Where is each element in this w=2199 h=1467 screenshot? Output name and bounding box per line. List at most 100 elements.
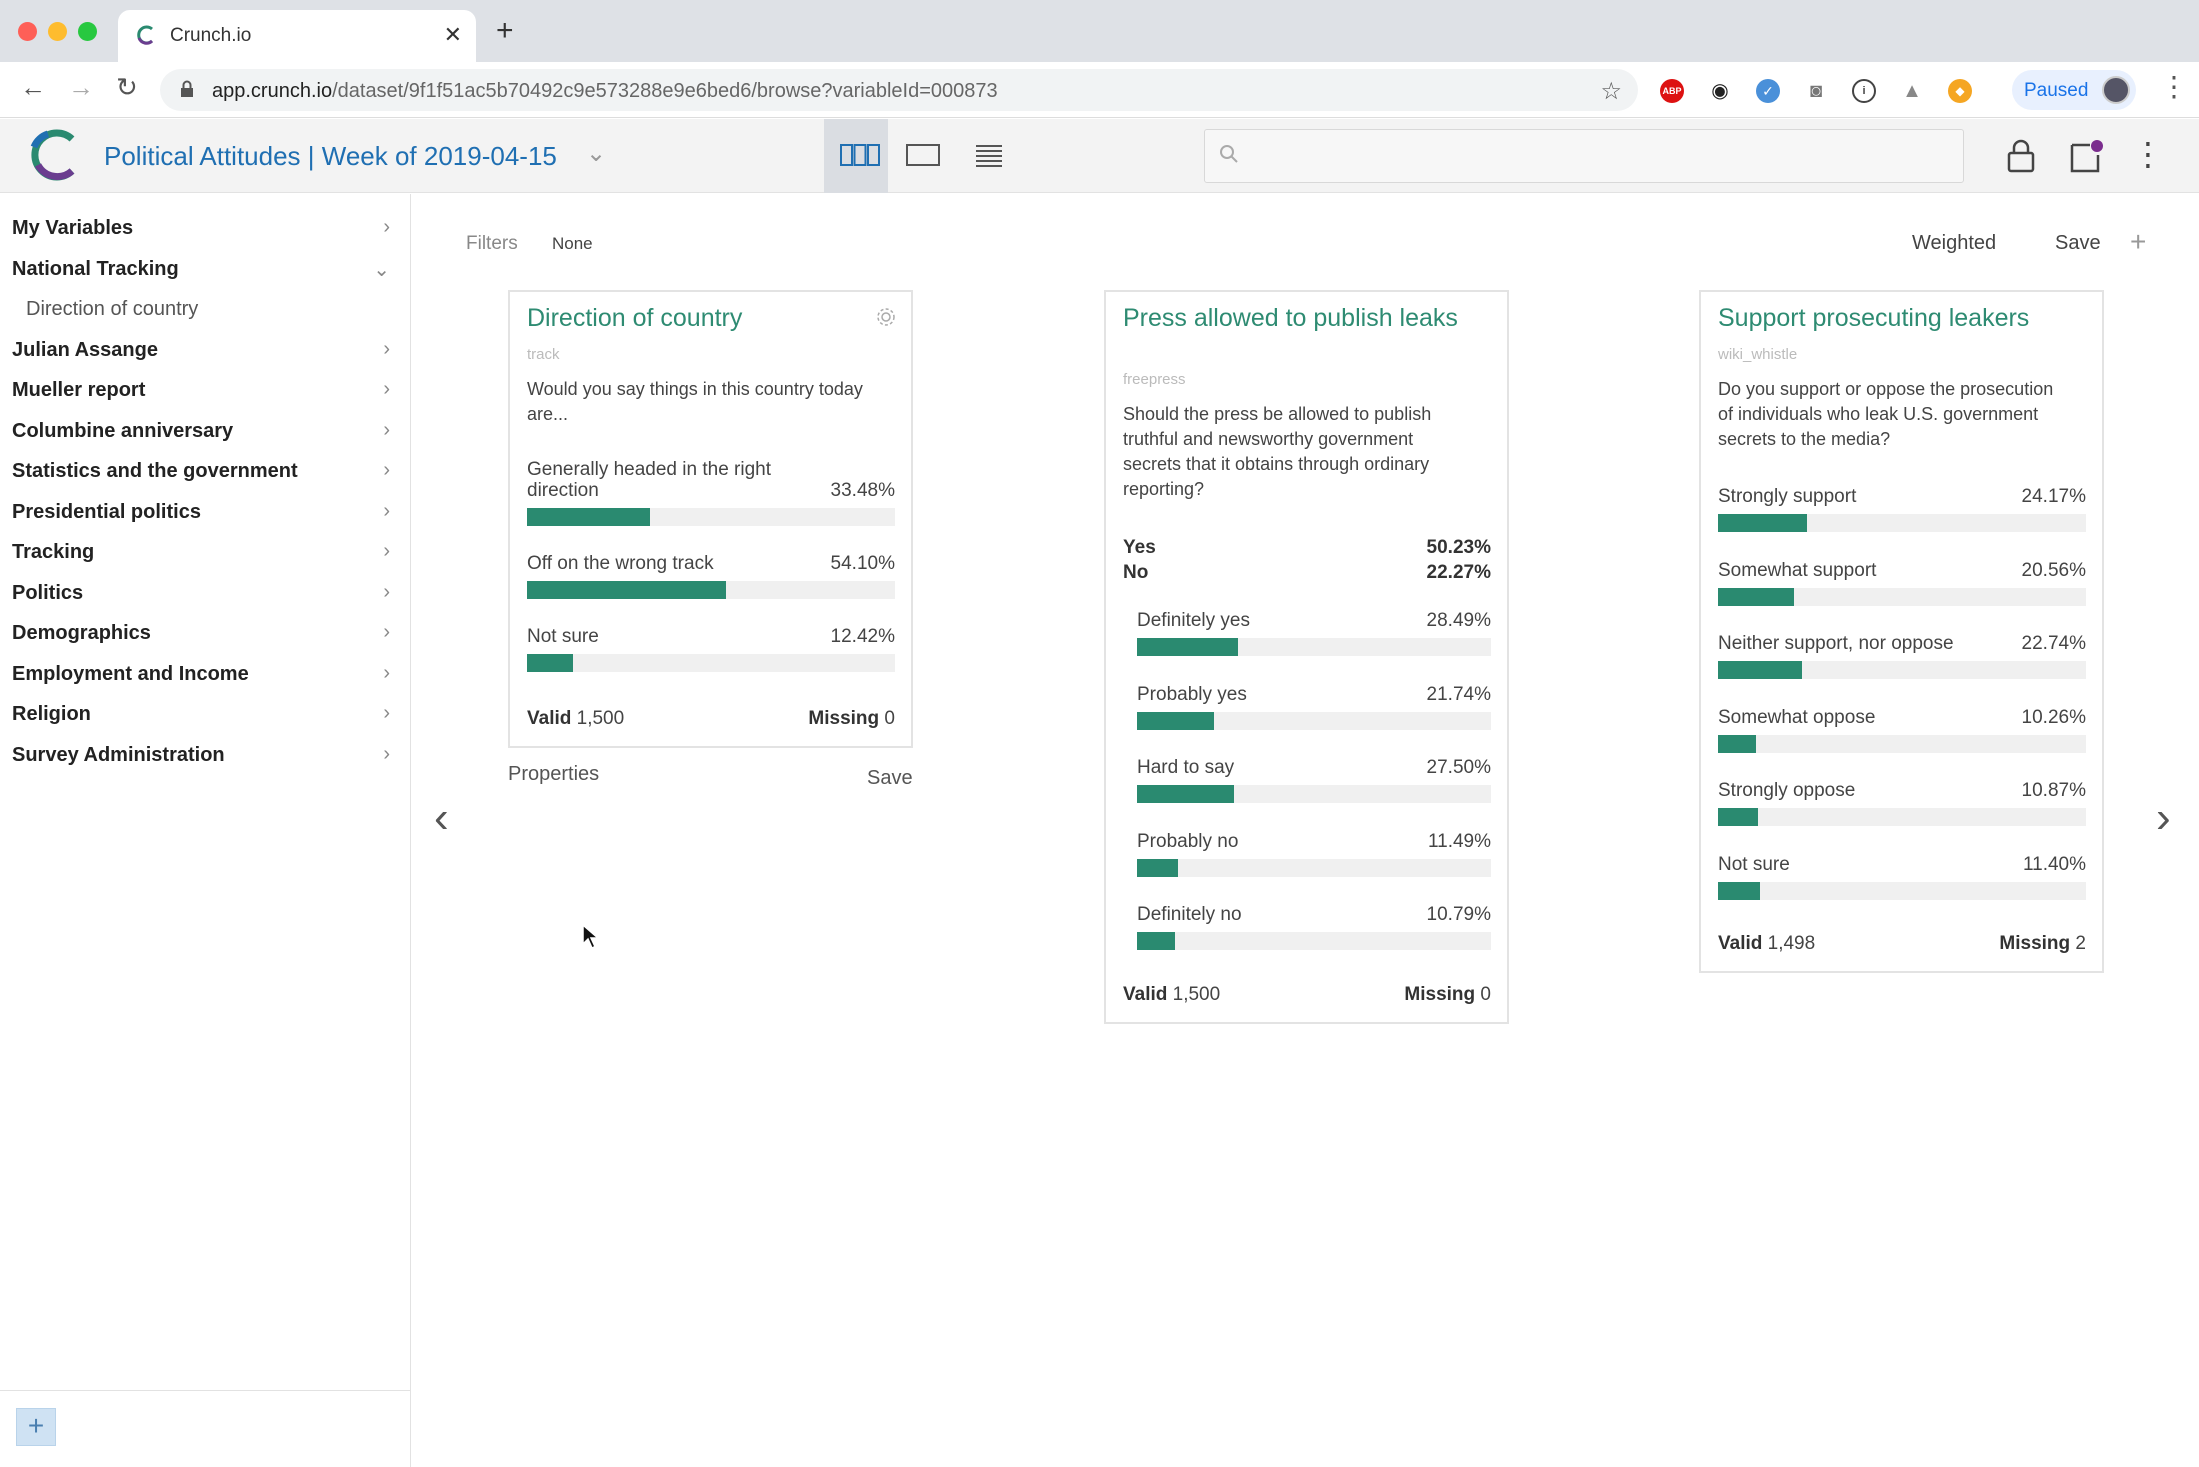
tab-close-icon[interactable]: ✕: [444, 22, 462, 48]
category-label: Probably yes: [1137, 683, 1247, 705]
valid-count: 1,500: [576, 708, 625, 729]
category-percent: 27.50%: [1426, 757, 1491, 778]
category-row: Probably yes 21.74%: [1137, 684, 1491, 744]
category-row: Strongly oppose 10.87%: [1718, 780, 2086, 840]
sidebar-item[interactable]: Statistics and the government ›: [0, 451, 410, 491]
missing-group: Missing 2: [1999, 933, 2086, 955]
check-extension-icon[interactable]: ✓: [1756, 79, 1780, 103]
card-view-button[interactable]: [824, 119, 888, 193]
add-folder-button[interactable]: +: [16, 1408, 56, 1446]
next-arrow-icon[interactable]: ›: [2156, 796, 2171, 840]
card-title[interactable]: Support prosecuting leakers: [1718, 306, 2098, 331]
category-percent: 24.17%: [2021, 486, 2086, 507]
profile-paused-button[interactable]: Paused: [2012, 70, 2136, 110]
sidebar-item[interactable]: Julian Assange ›: [0, 330, 410, 370]
card-alias: wiki_whistle: [1718, 346, 1798, 363]
reload-icon[interactable]: ↻: [116, 74, 138, 100]
variable-search-field[interactable]: [1204, 129, 1964, 183]
chevron-down-icon[interactable]: ⌄: [586, 139, 606, 168]
sidebar-item-label: Columbine anniversary: [12, 419, 234, 442]
card-alias: freepress: [1123, 371, 1186, 388]
category-percent: 21.74%: [1426, 683, 1491, 705]
weighted-toggle[interactable]: Weighted: [1912, 232, 1996, 255]
variable-card-press-allowed-to-publish-leaks[interactable]: Press allowed to publish leaks freepress…: [1104, 290, 1509, 1024]
sidebar-item[interactable]: Tracking ›: [0, 532, 410, 572]
sidebar-item-label: Survey Administration: [12, 743, 225, 766]
address-bar[interactable]: app.crunch.io/dataset/9f1f51ac5b70492c9e…: [160, 69, 1638, 111]
url-host: app.crunch.io: [212, 80, 333, 102]
forward-arrow-icon[interactable]: →: [68, 74, 94, 100]
category-bar-track: [527, 581, 895, 599]
eye-extension-icon[interactable]: ◉: [1708, 79, 1732, 103]
card-title[interactable]: Press allowed to publish leaks: [1123, 306, 1463, 331]
card-save-button[interactable]: Save: [867, 767, 913, 790]
bookmark-star-icon[interactable]: ☆: [1600, 77, 1622, 106]
filters-value[interactable]: None: [552, 234, 593, 254]
missing-label: Missing: [808, 708, 880, 729]
category-label: Not sure: [1718, 853, 1790, 875]
sidebar-item[interactable]: Direction of country: [0, 289, 410, 329]
info-extension-icon[interactable]: i: [1852, 79, 1876, 103]
sidebar-item[interactable]: Survey Administration ›: [0, 735, 410, 775]
category-row: Definitely no 10.79%: [1137, 904, 1491, 964]
category-row: Probably no 11.49%: [1137, 831, 1491, 891]
notifications-icon[interactable]: [2068, 139, 2104, 180]
drive-extension-icon[interactable]: ▲: [1900, 79, 1924, 103]
missing-count: 0: [884, 708, 895, 729]
variable-card-direction-of-country[interactable]: Direction of country track Would you say…: [508, 290, 913, 748]
category-row: Not sure 12.42%: [527, 626, 895, 686]
category-label: Neither support, nor oppose: [1718, 633, 1954, 654]
sidebar-item[interactable]: Politics ›: [0, 573, 410, 613]
sidebar-item[interactable]: Religion ›: [0, 694, 410, 734]
browser-tab-bar: Crunch.io ✕ +: [0, 0, 2199, 62]
card-question: Would you say things in this country tod…: [527, 379, 863, 424]
variable-card-support-prosecuting-leakers[interactable]: Support prosecuting leakers wiki_whistle…: [1699, 290, 2104, 973]
add-button[interactable]: +: [2130, 226, 2146, 258]
chevron-right-icon: ›: [383, 459, 390, 481]
shield-extension-icon[interactable]: ◆: [1948, 79, 1972, 103]
sidebar-item[interactable]: Presidential politics ›: [0, 492, 410, 532]
sidebar-item[interactable]: Demographics ›: [0, 613, 410, 653]
list-view-button[interactable]: [952, 119, 1016, 193]
previous-arrow-icon[interactable]: ‹: [434, 796, 449, 840]
camera-extension-icon[interactable]: ◙: [1804, 79, 1828, 103]
lock-icon[interactable]: [2006, 139, 2036, 178]
window-close-button[interactable]: [18, 22, 37, 41]
sidebar-item-label: Demographics: [12, 622, 151, 644]
chevron-right-icon: ›: [383, 378, 390, 400]
card-footer: Valid 1,498 Missing 2: [1718, 933, 2086, 955]
category-bar-track: [1718, 514, 2086, 532]
sidebar-item[interactable]: National Tracking ⌄: [0, 249, 410, 289]
sidebar-item[interactable]: Mueller report ›: [0, 370, 410, 410]
adblock-extension-icon[interactable]: ABP: [1660, 79, 1684, 103]
dataset-title[interactable]: Political Attitudes | Week of 2019-04-15: [104, 141, 557, 172]
save-button[interactable]: Save: [2055, 232, 2101, 255]
browser-tab[interactable]: Crunch.io ✕: [118, 10, 476, 62]
window-minimize-button[interactable]: [48, 22, 67, 41]
filters-label[interactable]: Filters: [466, 233, 518, 255]
sidebar-item[interactable]: Employment and Income ›: [0, 654, 410, 694]
search-input[interactable]: [1249, 140, 1949, 172]
window-zoom-button[interactable]: [78, 22, 97, 41]
back-arrow-icon[interactable]: ←: [20, 74, 46, 100]
chevron-right-icon: ›: [383, 580, 390, 603]
browser-menu-icon[interactable]: ⋮: [2160, 70, 2188, 103]
paused-label: Paused: [2024, 80, 2089, 101]
category-percent: 54.10%: [830, 553, 895, 574]
properties-link[interactable]: Properties: [508, 763, 599, 786]
category-bar-track: [527, 508, 895, 526]
valid-count: 1,498: [1767, 933, 1816, 954]
new-tab-button[interactable]: +: [496, 16, 514, 46]
more-menu-icon[interactable]: ⋮: [2132, 135, 2164, 173]
sidebar-item[interactable]: My Variables ›: [0, 208, 410, 248]
single-view-button[interactable]: [888, 119, 952, 193]
url-path: /dataset/9f1f51ac5b70492c9e573288e9e6bed…: [332, 80, 998, 102]
sidebar-item[interactable]: Columbine anniversary ›: [0, 411, 410, 451]
crunch-favicon-icon: [134, 24, 156, 51]
category-row: Generally headed in the right direction 3…: [527, 459, 895, 526]
gear-icon[interactable]: [875, 306, 897, 333]
category-bar-track: [1718, 881, 2086, 900]
crunch-logo-icon[interactable]: [26, 127, 82, 183]
card-title[interactable]: Direction of country: [527, 306, 867, 331]
missing-label: Missing: [1999, 933, 2071, 954]
